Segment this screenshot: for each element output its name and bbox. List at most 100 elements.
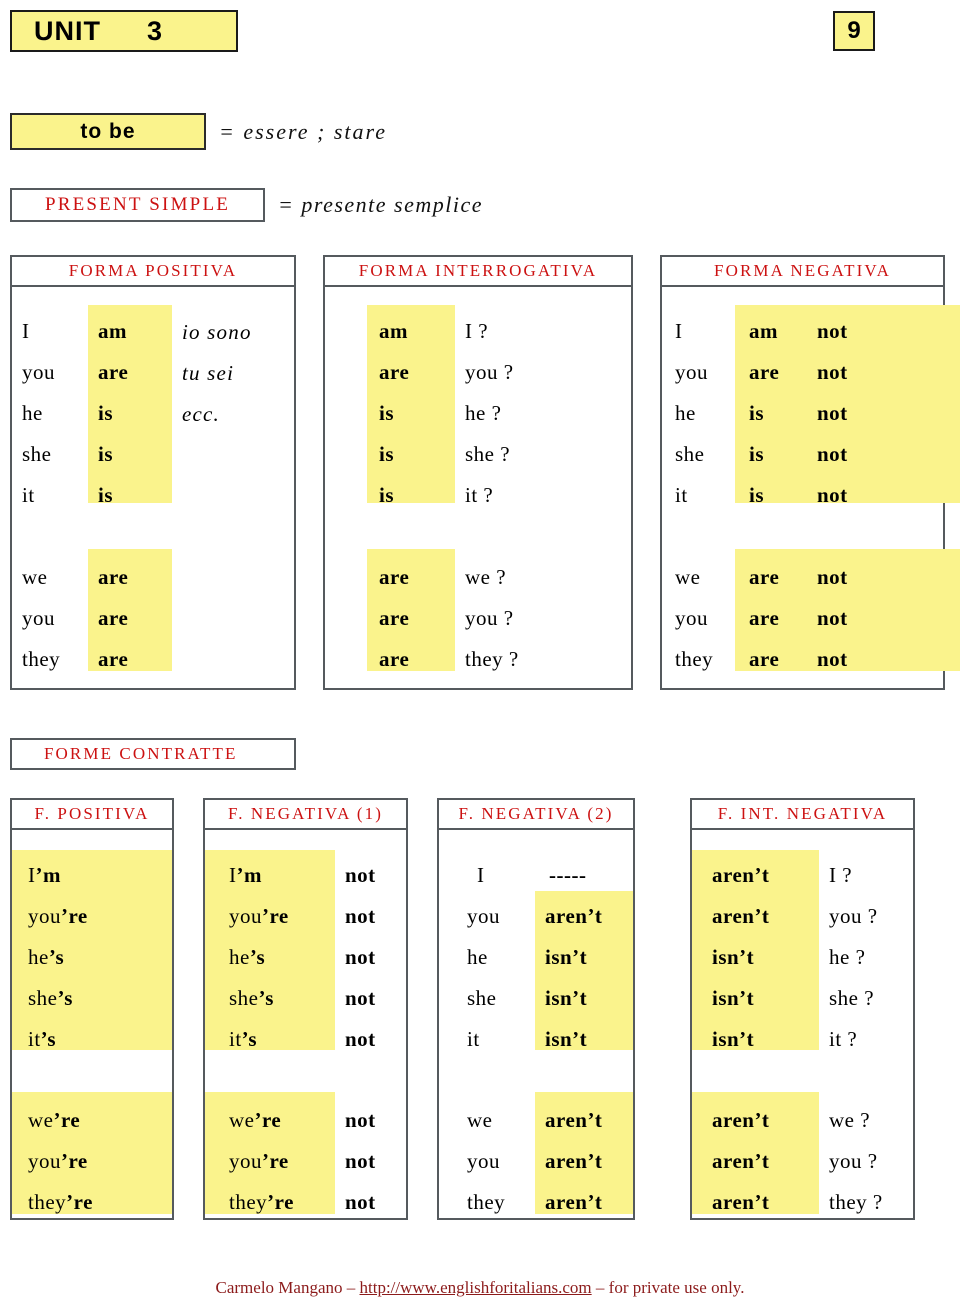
- table-row-pronoun: she: [22, 442, 52, 466]
- contraction-suffix: ’s: [258, 986, 274, 1010]
- forme-contratte-label: FORME CONTRATTE: [44, 744, 238, 763]
- table-row-form: aren’t: [545, 1149, 603, 1173]
- contraction-suffix: ’re: [267, 1190, 294, 1214]
- table-row-pronoun: he ?: [465, 401, 502, 425]
- table-row-verb: are: [379, 606, 410, 630]
- table-row-pronoun: he: [467, 945, 488, 969]
- table-row-pronoun: she ?: [829, 986, 875, 1010]
- table-forma-interrogativa: am I ? are you ? is he ? is she ? is it …: [323, 287, 633, 690]
- table-row-verb: is: [379, 401, 395, 425]
- tense-translation: = presente semplice: [278, 192, 484, 217]
- table-row-verb: am: [379, 319, 408, 343]
- table-row-pronoun: you ?: [465, 606, 514, 630]
- table-row-negation: not: [817, 319, 848, 343]
- column-header-label: F. INT. NEGATIVA: [717, 804, 888, 823]
- table-row-form: aren’t: [712, 904, 770, 928]
- table-row-verb: is: [379, 442, 395, 466]
- contraction-pronoun: we: [28, 1108, 54, 1132]
- table-row-pronoun: I: [22, 319, 30, 343]
- contraction-pronoun: you: [229, 904, 262, 928]
- table-row-pronoun: you: [467, 904, 500, 928]
- contraction-suffix: ’re: [254, 1108, 282, 1132]
- table-row-pronoun: she: [675, 442, 705, 466]
- table-row-negation: not: [817, 565, 848, 589]
- table-row-negation: not: [817, 401, 848, 425]
- contraction-suffix: ’re: [66, 1190, 93, 1214]
- table-row-pronoun: you: [675, 606, 708, 630]
- table-f-negativa-2: I ----- you aren’t he isn’t she isn’t it…: [437, 830, 635, 1220]
- table-row-negation: not: [345, 986, 376, 1010]
- table-f-int-negativa: aren’t I ? aren’t you ? isn’t he ? isn’t…: [690, 830, 915, 1220]
- table-row-pronoun: they ?: [465, 647, 519, 671]
- contraction-suffix: ’re: [262, 904, 289, 928]
- contraction-pronoun: he: [229, 945, 250, 969]
- column-header-forma-positiva: FORMA POSITIVA: [10, 255, 296, 287]
- table-row-pronoun: she: [467, 986, 497, 1010]
- column-header-label: F. NEGATIVA (2): [458, 804, 614, 823]
- list-item: it’s: [28, 1027, 56, 1052]
- table-row-negation: not: [345, 904, 376, 928]
- contraction-pronoun: they: [229, 1190, 268, 1214]
- table-row-pronoun: they: [22, 647, 61, 671]
- table-row-pronoun: she ?: [465, 442, 511, 466]
- list-item: you’re: [28, 904, 88, 929]
- table-row-negation: not: [345, 863, 376, 887]
- tense-title: PRESENT SIMPLE: [44, 194, 231, 215]
- table-row-negation: not: [345, 1190, 376, 1214]
- contraction-suffix: ’s: [57, 986, 73, 1010]
- contraction-pronoun: it: [28, 1027, 41, 1051]
- list-item: I’m: [229, 863, 262, 888]
- list-item: it’s: [229, 1027, 257, 1052]
- table-row-pronoun: you: [675, 360, 708, 384]
- table-row-verb: are: [379, 360, 410, 384]
- table-row-verb: am: [98, 319, 127, 343]
- footer-url-link[interactable]: http://www.englishforitalians.com: [360, 1278, 592, 1297]
- table-row-pronoun: you ?: [829, 1149, 878, 1173]
- table-row-negation: not: [817, 606, 848, 630]
- list-item: they’re: [229, 1190, 294, 1215]
- column-header-forma-negativa: FORMA NEGATIVA: [660, 255, 945, 287]
- list-item: you’re: [229, 904, 289, 929]
- table-row-verb: are: [98, 606, 129, 630]
- table-row-verb: are: [749, 565, 780, 589]
- table-row-pronoun: we: [467, 1108, 493, 1132]
- table-row-pronoun: I: [675, 319, 683, 343]
- list-item: you’re: [28, 1149, 88, 1174]
- contraction-pronoun: you: [229, 1149, 262, 1173]
- footer: Carmelo Mangano – http://www.englishfori…: [0, 1278, 960, 1298]
- table-row-pronoun: you: [22, 606, 55, 630]
- table-row-form: aren’t: [712, 1149, 770, 1173]
- table-row-pronoun: it: [22, 483, 35, 507]
- table-row-form: aren’t: [545, 1108, 603, 1132]
- table-row-negation: not: [817, 483, 848, 507]
- list-item: he’s: [229, 945, 265, 970]
- table-row-verb: are: [379, 565, 410, 589]
- contraction-suffix: ’m: [35, 863, 61, 887]
- unit-title-box: UNIT 3: [10, 10, 238, 52]
- table-row-gloss: ecc.: [182, 402, 221, 426]
- column-header-label: FORMA NEGATIVA: [714, 261, 891, 280]
- table-row-verb: is: [749, 401, 765, 425]
- column-header-f-negativa-2: F. NEGATIVA (2): [437, 798, 635, 830]
- column-header-label: FORMA POSITIVA: [68, 261, 238, 280]
- table-row-form: aren’t: [712, 863, 770, 887]
- table-row-verb: is: [98, 401, 114, 425]
- table-row-form: isn’t: [712, 945, 755, 969]
- table-row-verb: am: [749, 319, 778, 343]
- table-row-form: isn’t: [712, 986, 755, 1010]
- table-row-pronoun: we ?: [465, 565, 507, 589]
- table-row-verb: are: [98, 360, 129, 384]
- list-item: we’re: [28, 1108, 80, 1133]
- table-row-negation: not: [817, 442, 848, 466]
- contraction-pronoun: I: [28, 863, 36, 887]
- table-row-pronoun: they: [467, 1190, 506, 1214]
- contraction-pronoun: she: [28, 986, 58, 1010]
- table-row-gloss: io sono: [182, 320, 252, 344]
- contraction-suffix: ’re: [53, 1108, 81, 1132]
- list-item: I’m: [28, 863, 61, 888]
- table-row-verb: is: [749, 483, 765, 507]
- contraction-pronoun: she: [229, 986, 259, 1010]
- table-row-form: isn’t: [545, 986, 588, 1010]
- table-row-pronoun: I: [477, 863, 485, 887]
- list-item: they’re: [28, 1190, 93, 1215]
